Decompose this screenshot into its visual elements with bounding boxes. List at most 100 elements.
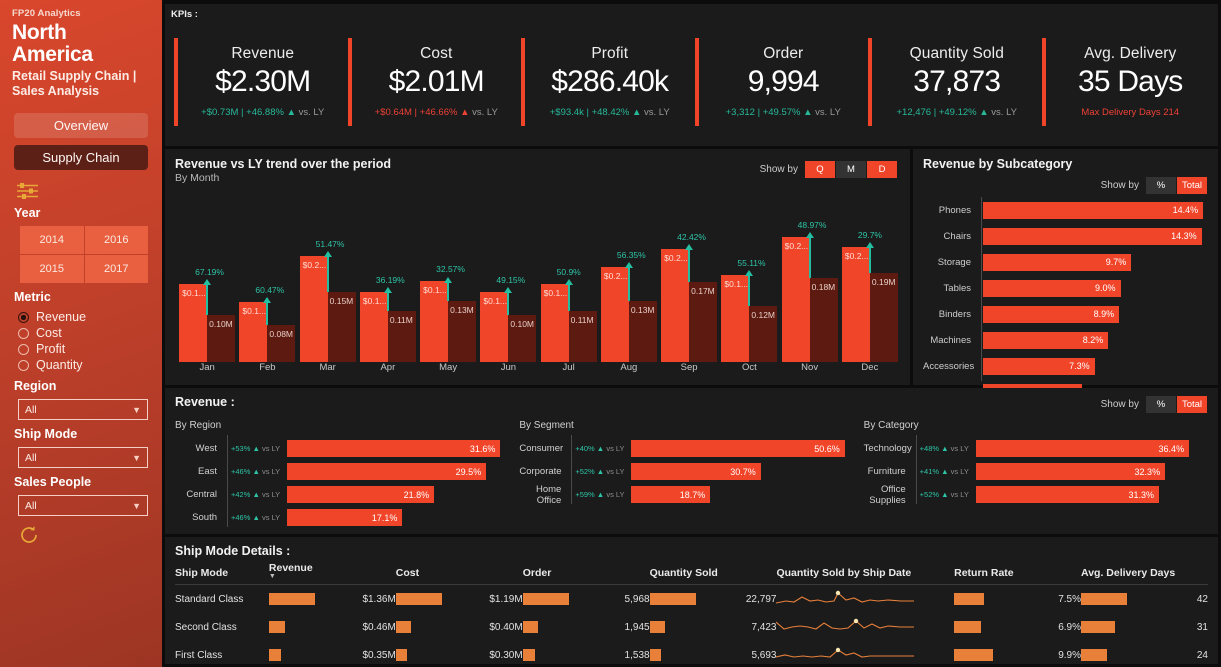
revenue-item[interactable]: Corporate+52% ▲ vs LY30.7%: [519, 460, 853, 483]
subcategory-bar[interactable]: 8.9%: [983, 306, 1119, 323]
trend-bar-cy[interactable]: $0.2...51.47%: [300, 256, 328, 362]
trend-bar-ly[interactable]: 0.10M: [508, 315, 536, 362]
subcategory-bar[interactable]: 14.4%: [983, 202, 1203, 219]
subcategory-option-total[interactable]: Total: [1177, 177, 1207, 194]
trend-bar-cy[interactable]: $0.1...36.19%: [360, 292, 388, 362]
table-row[interactable]: First Class$0.35M$0.30M1,5385,6939.9%24: [175, 641, 1208, 664]
subcategory-bar[interactable]: 8.2%: [983, 332, 1108, 349]
revenue-item[interactable]: Office Supplies+52% ▲ vs LY31.3%: [864, 483, 1198, 506]
revenue-item-bar[interactable]: 32.3%: [976, 463, 1165, 480]
revenue-item[interactable]: Consumer+40% ▲ vs LY50.6%: [519, 437, 853, 460]
revenue-item[interactable]: East+46% ▲ vs LY29.5%: [175, 460, 509, 483]
revenue-item[interactable]: Central+42% ▲ vs LY21.8%: [175, 483, 509, 506]
kpi-delta: Max Delivery Days 214: [1081, 107, 1179, 118]
column-header-avg-delivery-days[interactable]: Avg. Delivery Days: [1081, 562, 1208, 585]
subcategory-label: Accessories: [923, 361, 979, 372]
revenue-item-bar[interactable]: 21.8%: [287, 486, 434, 503]
cell-order-value: 5,968: [589, 585, 650, 614]
subcategory-row[interactable]: Binders8.9%: [923, 301, 1210, 327]
column-header-quantity-sold-by-ship-date[interactable]: Quantity Sold by Ship Date: [776, 562, 954, 585]
metric-option-revenue[interactable]: Revenue: [18, 310, 150, 324]
trend-bar-ly[interactable]: 0.17M: [689, 282, 717, 362]
ship-mode-dropdown[interactable]: All ▼: [18, 447, 148, 468]
trend-bar-ly[interactable]: 0.13M: [448, 301, 476, 362]
column-header-order[interactable]: Order: [523, 562, 650, 585]
revenue-item-bar[interactable]: 31.6%: [287, 440, 500, 457]
table-row[interactable]: Standard Class$1.36M$1.19M5,96822,7977.5…: [175, 585, 1208, 614]
revenue-item-bar[interactable]: 17.1%: [287, 509, 402, 526]
column-header-cost[interactable]: Cost: [396, 562, 523, 585]
trend-bar-ly[interactable]: 0.18M: [810, 278, 838, 362]
sort-caret-icon: ▼: [269, 574, 396, 579]
subcategory-bar[interactable]: 9.7%: [983, 254, 1131, 271]
trend-bar-cy[interactable]: $0.2...42.42%: [661, 249, 689, 362]
revenue-item-bar[interactable]: 18.7%: [631, 486, 710, 503]
trend-bar-cy[interactable]: $0.1...67.19%: [179, 284, 207, 362]
revenue-item[interactable]: South+46% ▲ vs LY17.1%: [175, 506, 509, 529]
subcategory-bar[interactable]: 14.3%: [983, 228, 1202, 245]
trend-bar-ly[interactable]: 0.13M: [629, 301, 657, 362]
year-option-2017[interactable]: 2017: [85, 255, 149, 283]
trend-option-m[interactable]: M: [836, 161, 866, 178]
trend-bar-ly[interactable]: 0.15M: [328, 292, 356, 362]
trend-bar-ly[interactable]: 0.08M: [267, 325, 295, 362]
trend-bar-cy[interactable]: $0.1...50.9%: [541, 284, 569, 362]
revenue-item[interactable]: Technology+48% ▲ vs LY36.4%: [864, 437, 1198, 460]
trend-bar-ly[interactable]: 0.12M: [749, 306, 777, 362]
subcategory-row[interactable]: Chairs14.3%: [923, 223, 1210, 249]
year-option-2015[interactable]: 2015: [20, 255, 84, 283]
trend-option-d[interactable]: D: [867, 161, 897, 178]
revenue-item[interactable]: Furniture+41% ▲ vs LY32.3%: [864, 460, 1198, 483]
sales-people-dropdown[interactable]: All ▼: [18, 495, 148, 516]
revenue-item[interactable]: Home Office+59% ▲ vs LY18.7%: [519, 483, 853, 506]
subcategory-mode-toggle[interactable]: %Total: [1146, 177, 1208, 194]
revenue-mode-toggle[interactable]: %Total: [1146, 396, 1208, 413]
sidebar-item-overview[interactable]: Overview: [14, 113, 148, 138]
cell-bar: [1081, 593, 1127, 605]
subcategory-bar[interactable]: 9.0%: [983, 280, 1121, 297]
trend-bar-ly[interactable]: 0.11M: [388, 311, 416, 363]
trend-option-q[interactable]: Q: [805, 161, 835, 178]
column-header-ship-mode[interactable]: Ship Mode: [175, 562, 269, 585]
table-row[interactable]: Second Class$0.46M$0.40M1,9457,4236.9%31: [175, 613, 1208, 641]
subcategory-row[interactable]: Phones14.4%: [923, 197, 1210, 223]
trend-bar-cy[interactable]: $0.1...32.57%: [420, 281, 448, 362]
year-slicer[interactable]: 2014 2016 2015 2017: [20, 226, 148, 283]
revenue-item-bar[interactable]: 29.5%: [287, 463, 486, 480]
revenue-item-bar[interactable]: 30.7%: [631, 463, 760, 480]
revenue-item-bar[interactable]: 31.3%: [976, 486, 1159, 503]
trend-bar-ly[interactable]: 0.19M: [870, 273, 898, 362]
trend-bar-cy[interactable]: $0.2...29.7%: [842, 247, 870, 362]
column-header-revenue[interactable]: Revenue▼: [269, 562, 396, 585]
column-header-quantity-sold[interactable]: Quantity Sold: [650, 562, 777, 585]
subcategory-row[interactable]: Tables9.0%: [923, 275, 1210, 301]
region-dropdown[interactable]: All ▼: [18, 399, 148, 420]
trend-bar-cy[interactable]: $0.1...55.11%: [721, 275, 749, 362]
refresh-icon[interactable]: [18, 524, 150, 551]
revenue-item-bar[interactable]: 50.6%: [631, 440, 844, 457]
trend-granularity-toggle[interactable]: QMD: [805, 161, 898, 178]
trend-bar-cy[interactable]: $0.2...48.97%: [782, 237, 810, 362]
revenue-item-bar[interactable]: 36.4%: [976, 440, 1189, 457]
revenue-item[interactable]: West+53% ▲ vs LY31.6%: [175, 437, 509, 460]
column-header-return-rate[interactable]: Return Rate: [954, 562, 1081, 585]
trend-bar-cy[interactable]: $0.1...49.15%: [480, 292, 508, 362]
subcategory-row[interactable]: Accessories 7.3%: [923, 353, 1210, 379]
year-option-2014[interactable]: 2014: [20, 226, 84, 254]
trend-bar-ly[interactable]: 0.11M: [569, 311, 597, 363]
subcategory-bar[interactable]: 7.3%: [983, 358, 1095, 375]
subcategory-row[interactable]: Machines8.2%: [923, 327, 1210, 353]
sidebar-item-supply-chain[interactable]: Supply Chain: [14, 145, 148, 170]
trend-bar-cy[interactable]: $0.2...56.35%: [601, 267, 629, 362]
revenue-option-total[interactable]: Total: [1177, 396, 1207, 413]
year-option-2016[interactable]: 2016: [85, 226, 149, 254]
trend-bar-cy[interactable]: $0.1...60.47%: [239, 302, 267, 362]
subcategory-row[interactable]: Storage9.7%: [923, 249, 1210, 275]
subcategory-option-pct[interactable]: %: [1146, 177, 1176, 194]
metric-option-quantity[interactable]: Quantity: [18, 358, 150, 372]
trend-bar-ly[interactable]: 0.10M: [207, 315, 235, 362]
metric-option-profit[interactable]: Profit: [18, 342, 150, 356]
cell-quantity-value: 22,797: [716, 585, 777, 614]
revenue-option-pct[interactable]: %: [1146, 396, 1176, 413]
metric-option-cost[interactable]: Cost: [18, 326, 150, 340]
